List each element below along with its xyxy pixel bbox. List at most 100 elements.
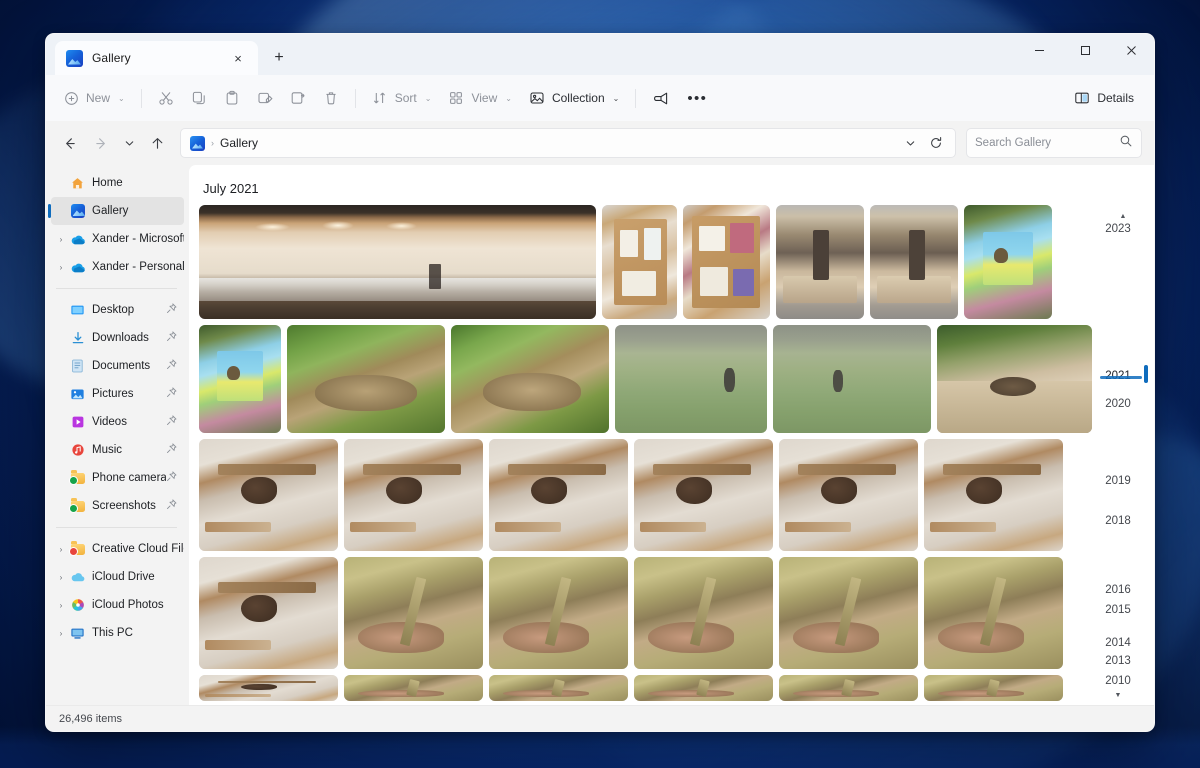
- sidebar-item-documents[interactable]: Documents: [51, 352, 184, 380]
- photo-thumbnail[interactable]: [199, 439, 338, 551]
- sidebar-item-creative-cloud-files[interactable]: › Creative Cloud Files: [51, 535, 184, 563]
- timeline-year-2010[interactable]: 2010: [1092, 675, 1144, 687]
- photo-thumbnail[interactable]: [776, 205, 864, 319]
- recent-locations-button[interactable]: [118, 128, 140, 158]
- photo-thumbnail[interactable]: [779, 557, 918, 669]
- search-icon[interactable]: [1119, 134, 1133, 153]
- photo-thumbnail[interactable]: [451, 325, 609, 433]
- maximize-button[interactable]: [1062, 34, 1108, 67]
- photo-grid[interactable]: [189, 205, 1092, 705]
- pin-icon[interactable]: [166, 499, 180, 513]
- chevron-right-icon[interactable]: ›: [53, 263, 69, 272]
- collection-button[interactable]: Collection ⌄: [521, 83, 627, 114]
- timeline-scroll-up-icon[interactable]: ▲: [1120, 213, 1127, 220]
- photo-thumbnail[interactable]: [344, 557, 483, 669]
- minimize-button[interactable]: [1016, 34, 1062, 67]
- address-bar[interactable]: › Gallery: [180, 128, 956, 158]
- sort-button[interactable]: Sort ⌄: [364, 83, 440, 114]
- photo-thumbnail[interactable]: [199, 325, 281, 433]
- photo-thumbnail[interactable]: [924, 439, 1063, 551]
- photo-thumbnail[interactable]: [683, 205, 770, 319]
- refresh-button[interactable]: [921, 128, 951, 158]
- photo-thumbnail[interactable]: [964, 205, 1052, 319]
- photo-thumbnail[interactable]: [199, 557, 338, 669]
- up-button[interactable]: [142, 128, 172, 158]
- delete-button[interactable]: [315, 83, 347, 114]
- chevron-right-icon[interactable]: ›: [53, 573, 69, 582]
- pin-icon[interactable]: [166, 415, 180, 429]
- sidebar-item-icloud-photos[interactable]: › iCloud Photos: [51, 591, 184, 619]
- chevron-right-icon[interactable]: ›: [53, 545, 69, 554]
- rename-button[interactable]: [249, 83, 281, 114]
- timeline-scrollbar[interactable]: ▲ 20232021202020192018201620152014201320…: [1092, 205, 1154, 705]
- timeline-year-2016[interactable]: 2016: [1092, 584, 1144, 596]
- sidebar-item-xander-personal[interactable]: › Xander - Personal: [51, 253, 184, 281]
- overflow-button[interactable]: •••: [678, 90, 716, 107]
- sidebar-item-icloud-drive[interactable]: › iCloud Drive: [51, 563, 184, 591]
- address-history-button[interactable]: [899, 128, 921, 158]
- sidebar-item-videos[interactable]: Videos: [51, 408, 184, 436]
- photo-thumbnail[interactable]: [489, 439, 628, 551]
- chevron-right-icon[interactable]: ›: [53, 629, 69, 638]
- forward-button[interactable]: [86, 128, 116, 158]
- sidebar-item-phone-camera-roll[interactable]: Phone camera rc: [51, 464, 184, 492]
- sidebar-item-this-pc[interactable]: › This PC: [51, 619, 184, 647]
- photo-thumbnail[interactable]: [924, 557, 1063, 669]
- close-icon[interactable]: ×: [227, 47, 249, 69]
- timeline-year-2013[interactable]: 2013: [1092, 655, 1144, 667]
- timeline-year-2023[interactable]: 2023: [1092, 223, 1144, 235]
- sidebar-item-screenshots[interactable]: Screenshots: [51, 492, 184, 520]
- breadcrumb[interactable]: Gallery: [220, 136, 258, 150]
- photo-thumbnail[interactable]: [344, 439, 483, 551]
- timeline-year-2014[interactable]: 2014: [1092, 637, 1144, 649]
- photo-thumbnail[interactable]: [773, 325, 931, 433]
- chevron-right-icon[interactable]: ›: [53, 601, 69, 610]
- share-button[interactable]: [282, 83, 314, 114]
- photo-thumbnail[interactable]: [615, 325, 767, 433]
- copy-button[interactable]: [183, 83, 215, 114]
- view-button[interactable]: View ⌄: [440, 83, 520, 114]
- search-input[interactable]: [975, 137, 1119, 149]
- photo-thumbnail[interactable]: [199, 205, 596, 319]
- pin-icon[interactable]: [166, 471, 180, 485]
- sidebar-item-desktop[interactable]: Desktop: [51, 296, 184, 324]
- pin-icon[interactable]: [166, 303, 180, 317]
- sidebar-item-xander-microsoft[interactable]: › Xander - Microsoft: [51, 225, 184, 253]
- photo-thumbnail[interactable]: [779, 675, 918, 701]
- photo-thumbnail[interactable]: [634, 675, 773, 701]
- photo-thumbnail[interactable]: [924, 675, 1063, 701]
- timeline-year-2020[interactable]: 2020: [1092, 398, 1144, 410]
- pin-icon[interactable]: [166, 387, 180, 401]
- scrollbar-thumb[interactable]: [1144, 365, 1148, 383]
- photo-thumbnail[interactable]: [489, 557, 628, 669]
- timeline-track[interactable]: [1145, 227, 1147, 683]
- details-button[interactable]: Details: [1066, 83, 1142, 114]
- timeline-year-2019[interactable]: 2019: [1092, 475, 1144, 487]
- photo-thumbnail[interactable]: [602, 205, 677, 319]
- photo-thumbnail[interactable]: [634, 557, 773, 669]
- new-button[interactable]: New ⌄: [56, 83, 133, 114]
- photo-thumbnail[interactable]: [937, 325, 1092, 433]
- sidebar-item-home[interactable]: Home: [51, 169, 184, 197]
- search-box[interactable]: [966, 128, 1142, 158]
- photo-thumbnail[interactable]: [870, 205, 958, 319]
- photo-thumbnail[interactable]: [779, 439, 918, 551]
- paste-button[interactable]: [216, 83, 248, 114]
- back-button[interactable]: [54, 128, 84, 158]
- photo-thumbnail[interactable]: [199, 675, 338, 701]
- sidebar-item-downloads[interactable]: Downloads: [51, 324, 184, 352]
- photo-thumbnail[interactable]: [634, 439, 773, 551]
- pin-icon[interactable]: [166, 359, 180, 373]
- timeline-scroll-down-icon[interactable]: ▼: [1092, 692, 1144, 699]
- timeline-year-2018[interactable]: 2018: [1092, 515, 1144, 527]
- sidebar-item-gallery[interactable]: Gallery: [51, 197, 184, 225]
- photo-thumbnail[interactable]: [489, 675, 628, 701]
- sidebar-item-pictures[interactable]: Pictures: [51, 380, 184, 408]
- sidebar-item-music[interactable]: Music: [51, 436, 184, 464]
- filter-button[interactable]: [644, 83, 677, 114]
- tab-gallery[interactable]: Gallery ×: [55, 41, 258, 75]
- photo-thumbnail[interactable]: [344, 675, 483, 701]
- new-tab-button[interactable]: +: [264, 43, 294, 73]
- pin-icon[interactable]: [166, 331, 180, 345]
- timeline-year-2015[interactable]: 2015: [1092, 604, 1144, 616]
